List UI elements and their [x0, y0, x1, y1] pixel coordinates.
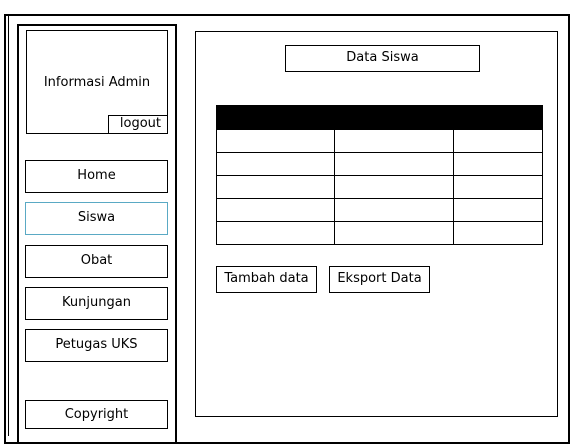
table-cell [452, 221, 544, 245]
data-siswa-table [215, 105, 544, 245]
table-header-cell [334, 105, 454, 130]
sidebar-item-kunjungan[interactable]: Kunjungan [25, 287, 168, 320]
table-cell [334, 221, 454, 245]
table-cell [215, 129, 336, 153]
admin-info-label: Informasi Admin [43, 75, 151, 90]
copyright-button[interactable]: Copyright [25, 400, 168, 429]
sidebar-item-home[interactable]: Home [25, 160, 168, 193]
frame-divider [8, 14, 9, 436]
table-header-cell [215, 105, 336, 130]
table-cell [215, 175, 336, 199]
tambah-data-button[interactable]: Tambah data [216, 266, 317, 293]
table-cell [334, 198, 454, 222]
table-cell [334, 152, 454, 176]
table-row [215, 152, 544, 176]
table-cell [452, 152, 544, 176]
eksport-data-button[interactable]: Eksport Data [329, 266, 430, 293]
table-cell [215, 198, 336, 222]
table-cell [452, 175, 544, 199]
table-row [215, 175, 544, 199]
table-row [215, 198, 544, 222]
logout-button[interactable]: logout [108, 115, 168, 134]
table-header-cell [452, 105, 544, 130]
sidebar-item-petugas-uks[interactable]: Petugas UKS [25, 329, 168, 362]
admin-info-box: Informasi Admin logout [26, 30, 168, 134]
sidebar-item-obat[interactable]: Obat [25, 245, 168, 278]
table-header-row [215, 105, 544, 130]
table-cell [334, 175, 454, 199]
table-cell [452, 129, 544, 153]
table-row [215, 221, 544, 245]
table-cell [334, 129, 454, 153]
page-title: Data Siswa [285, 45, 480, 72]
table-row [215, 129, 544, 153]
sidebar-item-siswa[interactable]: Siswa [25, 202, 168, 235]
table-cell [215, 221, 336, 245]
table-cell [215, 152, 336, 176]
table-cell [452, 198, 544, 222]
